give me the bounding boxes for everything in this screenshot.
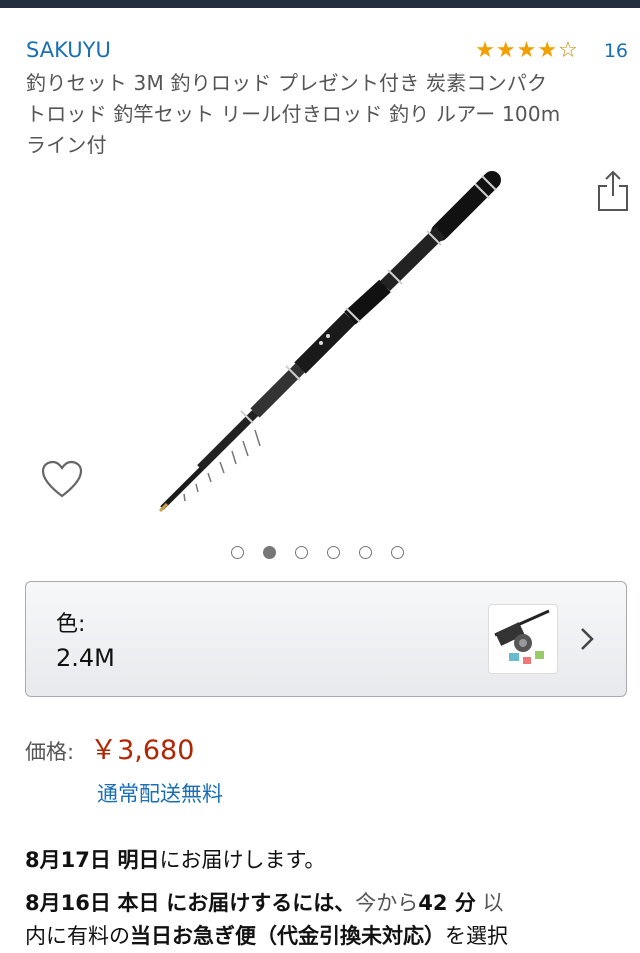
countdown-suffix: 以 [482,891,504,915]
star-icon: ★ [495,38,516,63]
brand-link[interactable]: SAKUYU [26,38,111,62]
delivery-text: にお届けします。 [159,848,326,872]
variant-value: 2.4M [56,644,115,672]
same-day-date: 8月16日 [25,891,111,915]
star-empty-icon: ☆ [558,38,578,63]
select-text: を選択 [445,924,508,948]
heart-icon[interactable] [40,460,84,500]
share-icon[interactable] [596,170,630,212]
carousel-dot[interactable] [359,546,372,559]
delivery-date: 8月17日 [25,848,111,872]
price-value: ￥3,680 [90,735,195,766]
variant-thumbnail [488,604,558,674]
product-title: 釣りセット 3M 釣りロッド プレゼント付き 炭素コンパク トロッド 釣竿セット… [26,71,561,157]
express-option: 当日お急ぎ便（代金引換未対応） [130,924,445,948]
price-label: 価格: [25,740,75,764]
rating-count[interactable]: 16 [604,40,628,62]
image-carousel-dots[interactable] [231,546,404,559]
color-variant-selector[interactable]: 色: 2.4M [25,581,627,697]
star-icon: ★ [516,38,537,63]
carousel-dot[interactable] [295,546,308,559]
chevron-right-icon [581,628,594,650]
delivery-estimate: 8月17日 明日にお届けします。 [25,844,325,874]
variant-label: 色: [56,612,86,637]
countdown-text: 今から [355,891,419,915]
fishing-rod-illustration [158,171,501,513]
rating-stars: ★ ★ ★ ★ ☆ [475,38,578,64]
product-image[interactable] [140,168,520,518]
carousel-dot[interactable] [391,546,404,559]
free-shipping-link[interactable]: 通常配送無料 [97,778,223,808]
carousel-dot[interactable] [231,546,244,559]
price-row: 価格: ￥3,680 [25,728,194,767]
rating[interactable]: ★ ★ ★ ★ ☆ 16 [475,38,628,64]
carousel-dot[interactable] [263,546,276,559]
paid-option-text: 内に有料の [25,924,130,948]
carousel-dot[interactable] [327,546,340,559]
star-icon: ★ [537,38,558,63]
same-day-delivery-note: 8月16日 本日 にお届けするには、今から42 分 以 内に有料の当日お急ぎ便（… [25,887,635,953]
same-day-label: 本日 [117,891,160,915]
countdown-minutes: 42 分 [418,891,476,915]
same-day-instruction: にお届けするには、 [166,891,356,915]
top-bar [0,0,640,8]
delivery-day: 明日 [117,848,160,872]
star-icon: ★ [475,38,495,63]
